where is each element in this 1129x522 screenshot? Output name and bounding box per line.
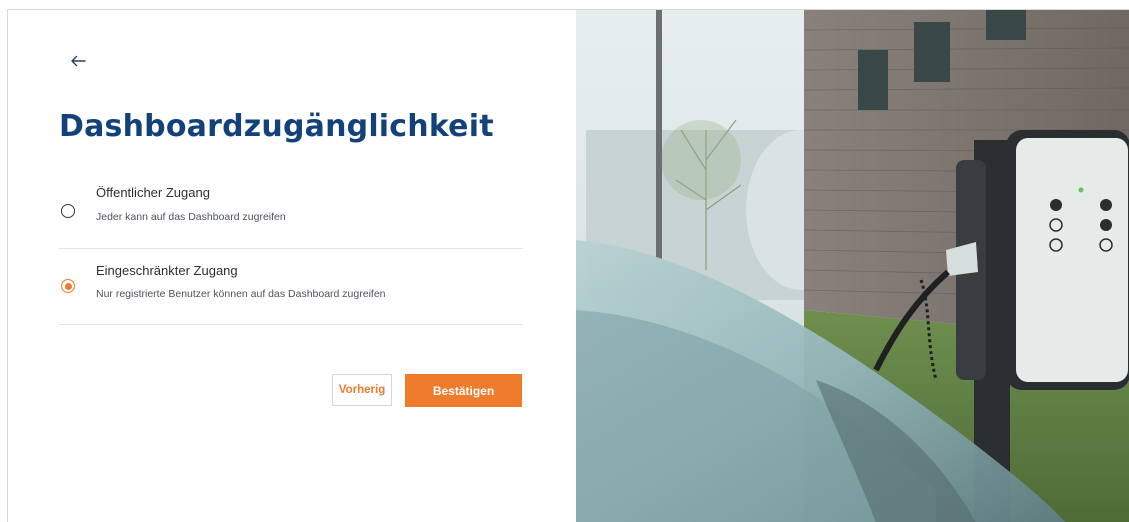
- dialog-frame: Dashboardzugänglichkeit Öffentlicher Zug…: [7, 9, 1129, 522]
- option-title: Eingeschränkter Zugang: [96, 263, 238, 278]
- page-title: Dashboardzugänglichkeit: [59, 109, 494, 144]
- settings-panel: Dashboardzugänglichkeit Öffentlicher Zug…: [8, 10, 576, 522]
- ev-charging-station-photo: [576, 10, 1129, 522]
- option-title: Öffentlicher Zugang: [96, 185, 210, 200]
- arrow-left-icon: [71, 55, 86, 67]
- confirm-button[interactable]: Bestätigen: [405, 374, 522, 407]
- radio-restricted-access[interactable]: [61, 279, 75, 293]
- option-description: Jeder kann auf das Dashboard zugreifen: [96, 211, 286, 223]
- previous-button[interactable]: Vorherig: [332, 374, 392, 406]
- radio-selected-dot: [64, 282, 72, 290]
- option-restricted-access[interactable]: Eingeschränkter Zugang Nur registrierte …: [59, 250, 523, 325]
- back-button[interactable]: [66, 50, 90, 72]
- option-public-access[interactable]: Öffentlicher Zugang Jeder kann auf das D…: [59, 174, 523, 249]
- option-description: Nur registrierte Benutzer können auf das…: [96, 288, 386, 300]
- radio-public-access[interactable]: [61, 204, 75, 218]
